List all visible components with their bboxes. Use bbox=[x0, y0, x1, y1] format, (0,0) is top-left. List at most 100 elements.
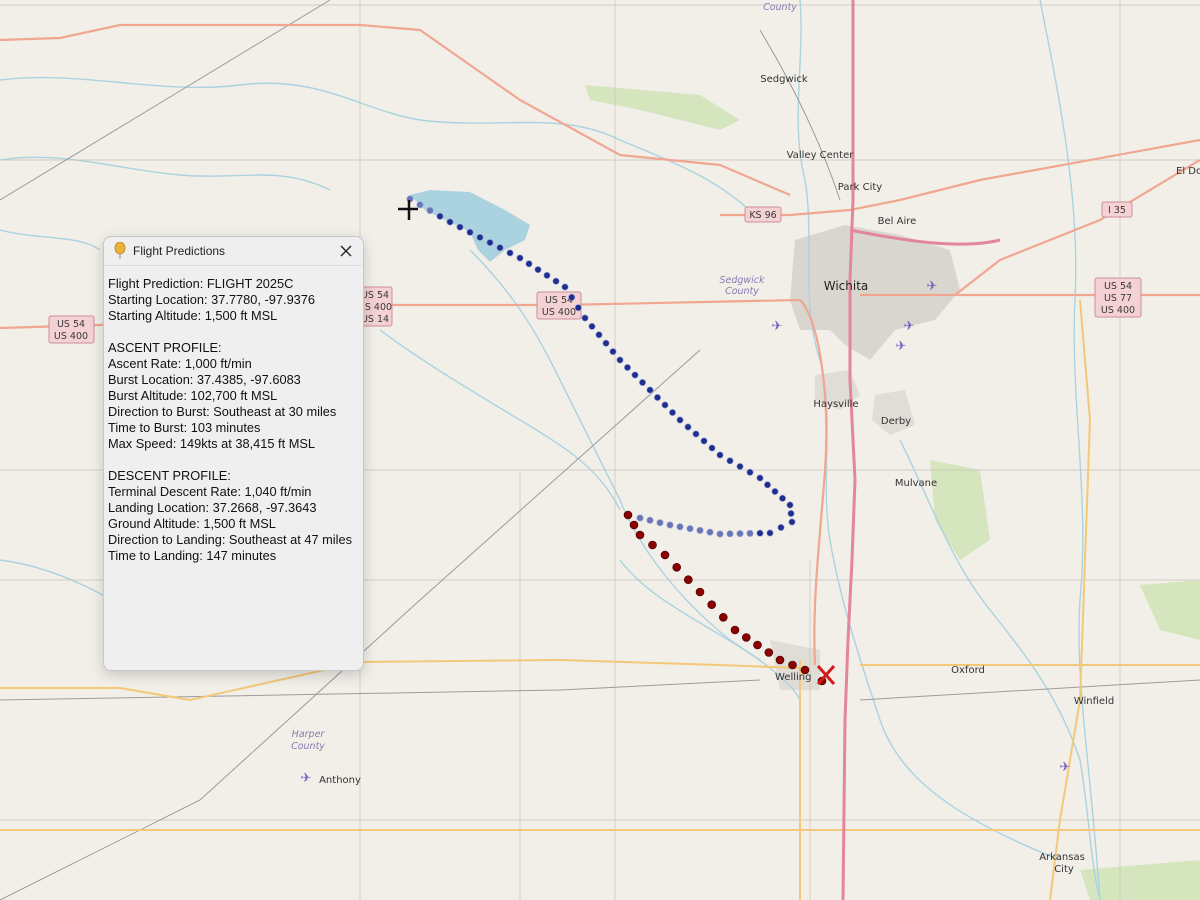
descent-path-point bbox=[635, 530, 645, 540]
prediction-line: Starting Altitude: 1,500 ft MSL bbox=[108, 308, 278, 323]
prediction-line: ASCENT PROFILE: bbox=[108, 340, 222, 355]
place-label-arkansas-city-2: City bbox=[1054, 864, 1074, 875]
shield-i35: I 35 bbox=[1101, 201, 1133, 218]
ascent-path-point bbox=[552, 277, 560, 285]
ascent-path-point bbox=[543, 271, 551, 279]
ascent-path-point bbox=[746, 468, 754, 476]
place-label-oxford: Oxford bbox=[951, 665, 985, 676]
airplane-icon: ✈ bbox=[896, 338, 907, 353]
descent-path-point bbox=[683, 575, 693, 585]
svg-text:US 54: US 54 bbox=[361, 290, 389, 301]
prediction-line: Ground Altitude: 1,500 ft MSL bbox=[108, 516, 276, 531]
ascent-path-point bbox=[716, 530, 724, 538]
prediction-line bbox=[108, 452, 359, 468]
ascent-path-point bbox=[706, 528, 714, 536]
descent-path-point bbox=[672, 562, 682, 572]
ascent-path-point bbox=[700, 437, 708, 445]
ascent-path-point bbox=[646, 516, 654, 524]
county-label-harper-2: County bbox=[291, 741, 325, 752]
close-icon[interactable] bbox=[337, 242, 355, 260]
ascent-path-point bbox=[496, 244, 504, 252]
prediction-line: Ascent Rate: 1,000 ft/min bbox=[108, 356, 252, 371]
descent-path-point bbox=[800, 665, 810, 675]
ascent-path-point bbox=[756, 474, 764, 482]
place-label-sedgwick: Sedgwick bbox=[760, 74, 808, 85]
svg-text:US 400: US 400 bbox=[542, 307, 576, 318]
ascent-path-point bbox=[516, 254, 524, 262]
ascent-path-point bbox=[609, 348, 617, 356]
ascent-path-point bbox=[708, 444, 716, 452]
prediction-line: Landing Location: 37.2668, -97.3643 bbox=[108, 500, 317, 515]
county-label-harper: Harper bbox=[292, 729, 326, 740]
descent-path-point bbox=[753, 640, 762, 650]
ascent-path-point bbox=[676, 416, 684, 424]
ascent-path-point bbox=[636, 514, 644, 522]
balloon-icon bbox=[114, 242, 126, 259]
prediction-line: DESCENT PROFILE: bbox=[108, 468, 231, 483]
ascent-path-point bbox=[426, 207, 434, 215]
svg-text:US 400: US 400 bbox=[1101, 305, 1135, 316]
place-label-park-city: Park City bbox=[838, 182, 882, 193]
prediction-line bbox=[108, 324, 359, 340]
descent-path-point bbox=[775, 655, 785, 665]
flight-predictions-panel: Flight Predictions Flight Prediction: FL… bbox=[103, 236, 364, 671]
ascent-path-point bbox=[525, 260, 533, 268]
ascent-path-point bbox=[416, 201, 424, 209]
ascent-path-point bbox=[661, 401, 669, 409]
ascent-path-point bbox=[766, 529, 774, 537]
ascent-path-point bbox=[696, 526, 704, 534]
ascent-path-point bbox=[616, 356, 624, 364]
descent-path-point bbox=[695, 587, 705, 597]
ascent-path-point bbox=[771, 487, 779, 495]
descent-path-point bbox=[788, 660, 797, 670]
ascent-path-point bbox=[726, 530, 734, 538]
ascent-path-point bbox=[595, 331, 603, 339]
descent-path-point bbox=[741, 633, 751, 642]
ascent-path-point bbox=[588, 322, 596, 330]
place-label-valley-center: Valley Center bbox=[787, 150, 855, 161]
airplane-icon: ✈ bbox=[772, 318, 783, 333]
svg-text:KS 96: KS 96 bbox=[749, 210, 776, 221]
ascent-path-point bbox=[646, 386, 654, 394]
ascent-path-point bbox=[676, 523, 684, 531]
airplane-icon: ✈ bbox=[904, 318, 915, 333]
ascent-path-point bbox=[574, 304, 582, 312]
place-label-derby: Derby bbox=[881, 416, 911, 427]
ascent-path-point bbox=[446, 218, 454, 226]
prediction-line: Terminal Descent Rate: 1,040 ft/min bbox=[108, 484, 312, 499]
launch-marker-icon[interactable] bbox=[398, 200, 418, 220]
airplane-icon: ✈ bbox=[301, 770, 312, 785]
ascent-path-point bbox=[788, 518, 796, 526]
panel-body: Flight Prediction: FLIGHT 2025C Starting… bbox=[104, 266, 363, 564]
ascent-path-point bbox=[668, 408, 676, 416]
ascent-path-point bbox=[506, 249, 514, 257]
airplane-icon: ✈ bbox=[927, 278, 938, 293]
descent-path-point bbox=[730, 625, 740, 635]
ascent-path-point bbox=[778, 494, 786, 502]
ascent-path-point bbox=[686, 525, 694, 533]
svg-text:US 54: US 54 bbox=[57, 319, 85, 330]
ascent-path-point bbox=[786, 501, 794, 509]
svg-text:US 14: US 14 bbox=[361, 314, 389, 325]
shield-us54-us400-left: US 54 US 400 bbox=[48, 315, 95, 344]
ascent-path-point bbox=[486, 239, 494, 247]
county-label-sedgwick: Sedgwick bbox=[719, 275, 765, 286]
county-label-sedgwick-2: County bbox=[725, 286, 759, 297]
ascent-path-point bbox=[756, 529, 764, 537]
svg-text:US 400: US 400 bbox=[54, 331, 88, 342]
prediction-line: Direction to Burst: Southeast at 30 mile… bbox=[108, 404, 337, 419]
prediction-line: Starting Location: 37.7780, -97.9376 bbox=[108, 292, 316, 307]
prediction-line: Max Speed: 149kts at 38,415 ft MSL bbox=[108, 436, 316, 451]
panel-title: Flight Predictions bbox=[133, 244, 226, 258]
prediction-line: Burst Altitude: 102,700 ft MSL bbox=[108, 388, 278, 403]
place-label-arkansas-city: Arkansas bbox=[1039, 852, 1085, 863]
svg-text:I 35: I 35 bbox=[1108, 205, 1126, 216]
ascent-path-point bbox=[763, 481, 771, 489]
svg-text:US 54: US 54 bbox=[1104, 281, 1132, 292]
place-label-bel-aire: Bel Aire bbox=[878, 216, 917, 227]
ascent-path-point bbox=[736, 530, 744, 538]
ascent-path-point bbox=[777, 523, 785, 531]
ascent-path-point bbox=[561, 283, 569, 291]
prediction-line: Time to Burst: 103 minutes bbox=[108, 420, 261, 435]
prediction-line: Time to Landing: 147 minutes bbox=[108, 548, 277, 563]
